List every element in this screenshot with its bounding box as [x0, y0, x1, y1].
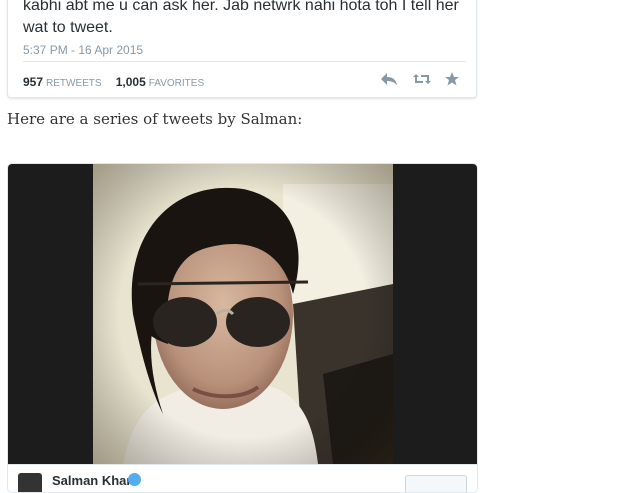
- photo-illustration: [93, 164, 393, 464]
- reply-icon[interactable]: [380, 71, 398, 87]
- tweet-timestamp[interactable]: 5:37 PM - 16 Apr 2015: [23, 43, 143, 57]
- embedded-tweet: Salman Khan: [7, 163, 478, 493]
- embed-author-bar: Salman Khan: [8, 464, 477, 492]
- favorites-count[interactable]: 1,005: [116, 75, 146, 89]
- tweet-actions: [380, 71, 462, 87]
- tweet-card: kabhi abt me u can ask her. Jab netwrk n…: [7, 0, 477, 98]
- tweet-divider: [23, 61, 466, 62]
- favorite-icon[interactable]: [444, 71, 462, 87]
- tweet-text: kabhi abt me u can ask her. Jab netwrk n…: [23, 0, 459, 36]
- author-name[interactable]: Salman Khan: [52, 473, 134, 488]
- intro-text: Here are a series of tweets by Salman:: [7, 110, 303, 128]
- favorites-label: FAVORITES: [148, 78, 205, 89]
- retweets-count[interactable]: 957: [23, 75, 43, 89]
- retweets-label: RETWEETS: [46, 78, 102, 89]
- tweet-photo-frame: [8, 164, 477, 464]
- avatar[interactable]: [18, 473, 42, 492]
- tweet-photo[interactable]: [93, 164, 393, 464]
- retweet-icon[interactable]: [412, 71, 431, 87]
- tweet-stats: 957 RETWEETS 1,005 FAVORITES: [23, 75, 204, 89]
- follow-button[interactable]: [405, 475, 467, 492]
